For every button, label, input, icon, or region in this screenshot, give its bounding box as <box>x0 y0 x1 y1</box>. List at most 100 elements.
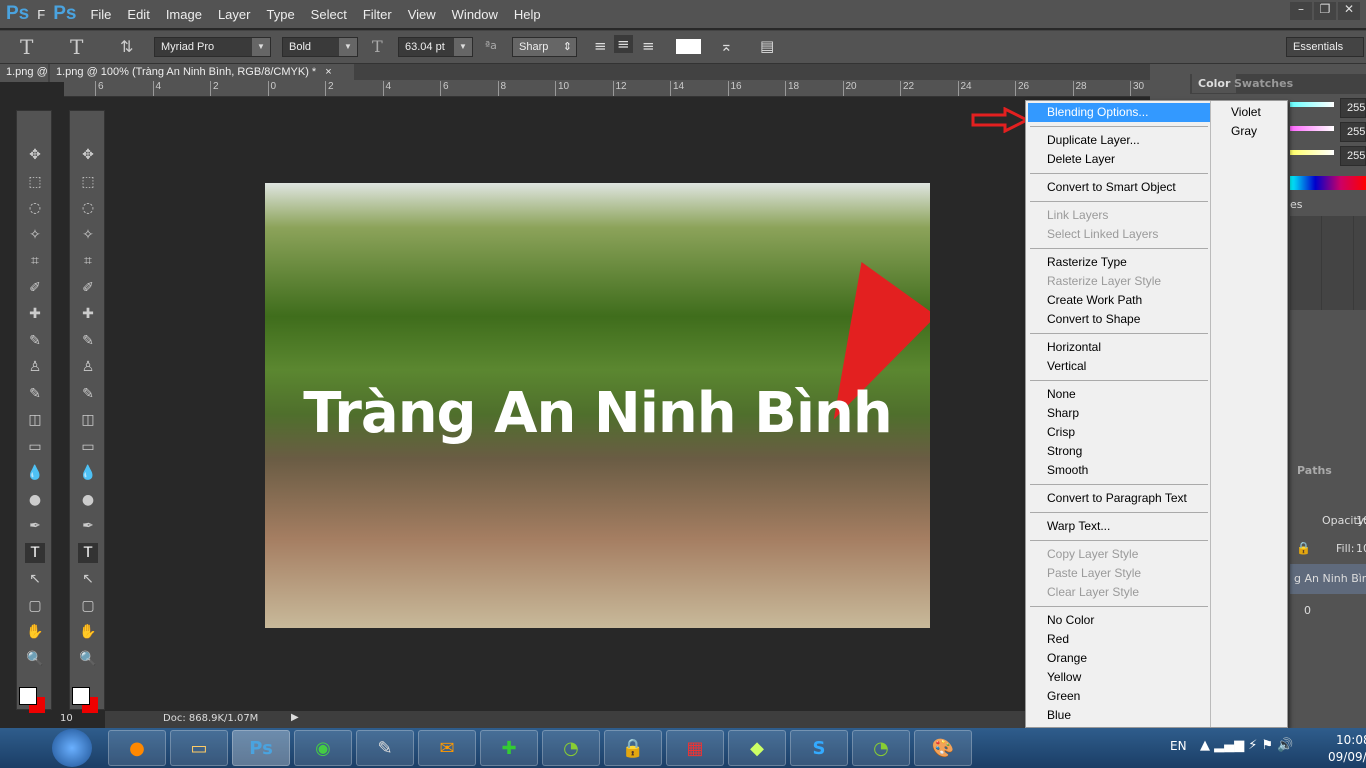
type-tool-preset-icon-front[interactable]: T <box>70 35 83 59</box>
crop-tool-icon[interactable]: ⌗ <box>78 251 98 271</box>
menu-item-yellow[interactable]: Yellow <box>1028 668 1210 687</box>
yellow-slider[interactable] <box>1290 150 1334 155</box>
menu-item-crisp[interactable]: Crisp <box>1028 423 1210 442</box>
tab-back[interactable]: 1.png @ <box>0 64 48 82</box>
workspace-select[interactable]: Essentials <box>1286 37 1364 57</box>
magenta-slider[interactable] <box>1290 126 1334 131</box>
menu-item-blue[interactable]: Blue <box>1028 706 1210 725</box>
menu-item-green[interactable]: Green <box>1028 687 1210 706</box>
align-left-icon[interactable]: ≡ <box>594 37 607 55</box>
close-button[interactable]: ✕ <box>1338 2 1360 20</box>
hand-tool-icon[interactable]: ✋ <box>78 622 98 642</box>
minimize-button[interactable]: – <box>1290 2 1312 20</box>
antialias-select[interactable]: Sharp ⇕ <box>512 37 577 57</box>
menu-edit[interactable]: Edit <box>127 7 149 22</box>
menu-item-convert-to-paragraph-text[interactable]: Convert to Paragraph Text <box>1028 489 1210 508</box>
lock-icon[interactable]: 🔒 <box>1296 541 1311 555</box>
menu-item-vertical[interactable]: Vertical <box>1028 357 1210 376</box>
menu-item-warp-text[interactable]: Warp Text... <box>1028 517 1210 536</box>
taskbar-app5[interactable]: ✎ <box>356 730 414 766</box>
type-tool-icon[interactable]: T <box>25 542 45 563</box>
language-indicator[interactable]: EN <box>1170 739 1187 753</box>
color-spectrum[interactable] <box>1290 176 1366 190</box>
foreground-color[interactable] <box>72 687 90 705</box>
path-select-tool-icon[interactable]: ↖ <box>25 569 45 589</box>
taskbar-app13[interactable]: ◔ <box>852 730 910 766</box>
history-brush-tool-icon[interactable]: ✎ <box>78 384 98 404</box>
pen-tool-icon[interactable]: ✒ <box>25 516 45 536</box>
layer-row-background[interactable]: 0 <box>1304 604 1311 617</box>
opacity-value[interactable]: 10 <box>1356 514 1366 527</box>
menu-item-none[interactable]: None <box>1028 385 1210 404</box>
tab-color[interactable]: Color <box>1192 74 1237 93</box>
close-tab-icon[interactable]: × <box>325 66 331 78</box>
menu-item-rasterize-type[interactable]: Rasterize Type <box>1028 253 1210 272</box>
taskbar-paint[interactable]: 🎨 <box>914 730 972 766</box>
shape-tool-icon[interactable]: ▢ <box>25 596 45 616</box>
cyan-value[interactable]: 255 <box>1340 98 1366 118</box>
taskbar-app9[interactable]: 🔒 <box>604 730 662 766</box>
marquee-tool-icon[interactable]: ⬚ <box>25 172 45 192</box>
menu-item-horizontal[interactable]: Horizontal <box>1028 338 1210 357</box>
magenta-value[interactable]: 255 <box>1340 122 1366 142</box>
dodge-tool-icon[interactable]: ● <box>78 490 98 510</box>
gradient-tool-icon[interactable]: ▭ <box>25 437 45 457</box>
foreground-color[interactable] <box>19 687 37 705</box>
menu-window[interactable]: Window <box>452 7 498 22</box>
hand-tool-icon[interactable]: ✋ <box>25 622 45 642</box>
taskbar-outlook[interactable]: ✉ <box>418 730 476 766</box>
menu-item-convert-to-smart-object[interactable]: Convert to Smart Object <box>1028 178 1210 197</box>
menu-item-sharp[interactable]: Sharp <box>1028 404 1210 423</box>
taskbar-skype[interactable]: S <box>790 730 848 766</box>
blur-tool-icon[interactable]: 💧 <box>78 463 98 483</box>
menu-layer[interactable]: Layer <box>218 7 251 22</box>
lasso-tool-icon[interactable]: ◌ <box>78 198 98 218</box>
marquee-tool-icon[interactable]: ⬚ <box>78 172 98 192</box>
brush-tool-icon[interactable]: ✎ <box>78 331 98 351</box>
zoom-tool-icon[interactable]: 🔍 <box>78 649 98 669</box>
taskbar-explorer[interactable]: ▭ <box>170 730 228 766</box>
status-arrow-icon[interactable]: ▶ <box>291 712 299 723</box>
align-right-icon[interactable]: ≡ <box>642 37 655 55</box>
healing-tool-icon[interactable]: ✚ <box>25 304 45 324</box>
clock-date[interactable]: 09/09/2 <box>1328 750 1366 764</box>
blur-tool-icon[interactable]: 💧 <box>25 463 45 483</box>
taskbar-app11[interactable]: ◆ <box>728 730 786 766</box>
font-style-select[interactable]: Bold ▼ <box>282 37 358 57</box>
start-button[interactable] <box>52 729 92 767</box>
menu-item-convert-to-shape[interactable]: Convert to Shape <box>1028 310 1210 329</box>
magic-wand-tool-icon[interactable]: ✧ <box>78 225 98 245</box>
taskbar-app10[interactable]: ▦ <box>666 730 724 766</box>
clock-time[interactable]: 10:08 <box>1336 733 1366 747</box>
menu-filter[interactable]: Filter <box>363 7 392 22</box>
menu-item-duplicate-layer[interactable]: Duplicate Layer... <box>1028 131 1210 150</box>
align-center-icon[interactable]: ≡ <box>614 35 633 53</box>
text-orientation-icon[interactable]: ⇅ <box>120 37 133 56</box>
dodge-tool-icon[interactable]: ● <box>25 490 45 510</box>
zoom-level[interactable]: 10 <box>60 713 73 724</box>
gradient-tool-icon[interactable]: ▭ <box>78 437 98 457</box>
menu-help[interactable]: Help <box>514 7 541 22</box>
canvas-image[interactable]: Tràng An Ninh Bình <box>265 183 930 628</box>
warp-text-icon[interactable]: ⌅ <box>720 37 733 55</box>
path-select-tool-icon[interactable]: ↖ <box>78 569 98 589</box>
layer-row-text[interactable]: g An Ninh Bình <box>1290 564 1366 594</box>
taskbar-app7[interactable]: ✚ <box>480 730 538 766</box>
menu-item-red[interactable]: Red <box>1028 630 1210 649</box>
menu-image[interactable]: Image <box>166 7 202 22</box>
eyedropper-tool-icon[interactable]: ✐ <box>25 278 45 298</box>
tab-swatches[interactable]: Swatches <box>1234 77 1293 90</box>
menu-item-delete-layer[interactable]: Delete Layer <box>1028 150 1210 169</box>
doc-size[interactable]: Doc: 868.9K/1.07M <box>163 713 258 724</box>
yellow-value[interactable]: 255 <box>1340 146 1366 166</box>
character-panel-icon[interactable]: ▤ <box>760 37 774 55</box>
eraser-tool-icon[interactable]: ◫ <box>78 410 98 430</box>
lasso-tool-icon[interactable]: ◌ <box>25 198 45 218</box>
move-tool-icon[interactable]: ✥ <box>78 145 98 165</box>
taskbar-photoshop[interactable]: Ps <box>232 730 290 766</box>
font-size-input[interactable]: 63.04 pt ▼ <box>398 37 473 57</box>
menu-item-gray[interactable]: Gray <box>1211 122 1288 141</box>
healing-tool-icon[interactable]: ✚ <box>78 304 98 324</box>
brush-tool-icon[interactable]: ✎ <box>25 331 45 351</box>
menu-type[interactable]: Type <box>266 7 294 22</box>
